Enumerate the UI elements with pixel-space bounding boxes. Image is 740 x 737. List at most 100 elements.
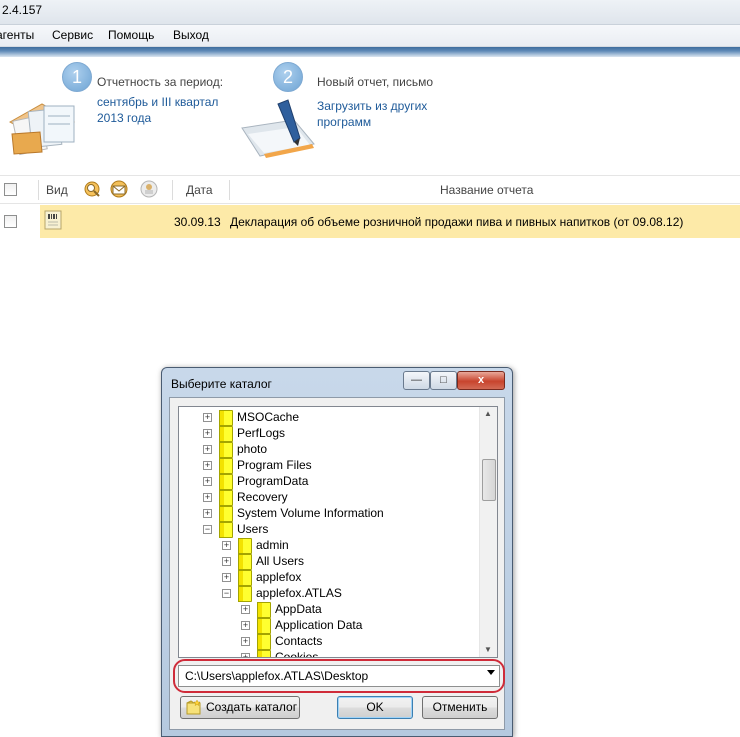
expand-icon[interactable]: + [203, 445, 212, 454]
tree-item-label: applefox.ATLAS [256, 586, 342, 600]
period-link[interactable]: сентябрь и III квартал 2013 года [97, 94, 218, 126]
create-folder-button[interactable]: Создать каталог [180, 696, 300, 719]
row-checkbox[interactable] [4, 215, 17, 228]
stamp-icon[interactable] [138, 179, 160, 199]
scrollbar-thumb[interactable] [482, 459, 496, 501]
column-header-view[interactable]: Вид [46, 183, 68, 197]
close-button[interactable]: x [457, 371, 505, 390]
folder-icon [219, 474, 233, 490]
tree-item-label: Program Files [237, 458, 312, 472]
folder-icon [219, 458, 233, 474]
header-divider [0, 47, 740, 57]
dropdown-arrow-icon[interactable] [487, 670, 495, 675]
column-separator [172, 180, 173, 200]
maximize-button[interactable]: □ [430, 371, 457, 390]
expand-icon[interactable]: + [241, 653, 250, 657]
mail-icon[interactable] [108, 179, 130, 199]
column-header-report-name[interactable]: Название отчета [440, 183, 533, 197]
new-folder-icon [186, 700, 201, 715]
folder-icon [257, 618, 271, 634]
import-link-line-2[interactable]: программ [317, 114, 427, 130]
ok-button[interactable]: OK [337, 696, 413, 719]
folder-icon [219, 522, 233, 538]
select-all-checkbox[interactable] [4, 183, 17, 196]
expand-icon[interactable]: + [203, 413, 212, 422]
window-title: 2.4.157 [2, 3, 43, 17]
expand-icon[interactable]: + [222, 541, 231, 550]
folder-icon [238, 570, 252, 586]
magnifier-icon[interactable] [82, 179, 102, 199]
scroll-down-arrow-icon[interactable]: ▼ [484, 645, 492, 654]
tree-item-label: Users [237, 522, 269, 536]
tree-item-label: admin [256, 538, 289, 552]
folder-icon [219, 410, 233, 426]
tree-item-label: Contacts [275, 634, 323, 648]
import-link[interactable]: Загрузить из других программ [317, 98, 427, 130]
folder-tree[interactable]: + MSOCache + PerfLogs + photo + Program Files + P… [178, 406, 498, 658]
path-value: C:\Users\applefox.ATLAS\Desktop [185, 669, 369, 683]
period-link-line-1[interactable]: сентябрь и III квартал [97, 94, 218, 110]
document-icon [44, 210, 62, 230]
menu-bar: агенты Сервис Помощь Выход [0, 25, 740, 47]
step-2-label: Новый отчет, письмо [317, 75, 434, 89]
expand-icon[interactable]: + [203, 493, 212, 502]
calendar-folders-icon[interactable] [2, 92, 92, 158]
tree-item-label: photo [237, 442, 268, 456]
dialog-title: Выберите каталог [171, 377, 272, 391]
column-header-date[interactable]: Дата [186, 183, 213, 197]
step-1-label: Отчетность за период: [97, 75, 224, 89]
pen-paper-icon[interactable] [238, 98, 318, 160]
path-combobox[interactable]: C:\Users\applefox.ATLAS\Desktop [178, 665, 500, 687]
folder-icon [257, 650, 271, 657]
tree-item-label: applefox [256, 570, 302, 584]
folder-icon [238, 586, 252, 602]
menu-item-service[interactable]: Сервис [52, 28, 93, 42]
minimize-button[interactable]: — [403, 371, 430, 390]
dialog-client-area: + MSOCache + PerfLogs + photo + Program Files + P… [169, 397, 505, 730]
row-report-name: Декларация об объеме розничной продажи п… [230, 215, 684, 229]
folder-icon [257, 634, 271, 650]
period-link-line-2[interactable]: 2013 года [97, 110, 218, 126]
tree-item-label: MSOCache [237, 410, 300, 424]
expand-icon[interactable]: + [222, 573, 231, 582]
expand-icon[interactable]: + [241, 605, 250, 614]
tree-scrollbar[interactable]: ▲ ▼ [479, 407, 497, 657]
column-separator [229, 180, 230, 200]
folder-icon [219, 442, 233, 458]
expand-icon[interactable]: + [222, 557, 231, 566]
window-title-bar: 2.4.157 [0, 0, 740, 25]
folder-icon [238, 554, 252, 570]
expand-icon[interactable]: + [203, 477, 212, 486]
step-2-badge: 2 [273, 62, 303, 92]
column-separator [38, 180, 39, 200]
select-folder-dialog: Выберите каталог — □ x + MSOCache + PerfLog… [161, 367, 513, 737]
step-1-badge: 1 [62, 62, 92, 92]
collapse-icon[interactable]: − [203, 525, 212, 534]
folder-icon [219, 426, 233, 442]
tree-item-label: AppData [275, 602, 322, 616]
tree-item-label: Cookies [275, 650, 319, 658]
import-link-line-1[interactable]: Загрузить из других [317, 98, 427, 114]
menu-item-help[interactable]: Помощь [108, 28, 154, 42]
expand-icon[interactable]: + [203, 461, 212, 470]
tree-item-label: PerfLogs [237, 426, 286, 440]
folder-icon [219, 506, 233, 522]
tree-item-label: System Volume Information [237, 506, 384, 520]
create-folder-label: Создать каталог [206, 700, 298, 714]
table-row[interactable]: 30.09.13 Декларация об объеме розничной … [40, 205, 740, 238]
tree-item-label: Recovery [237, 490, 288, 504]
expand-icon[interactable]: + [203, 429, 212, 438]
menu-item-exit[interactable]: Выход [173, 28, 209, 42]
expand-icon[interactable]: + [203, 509, 212, 518]
menu-item-agents[interactable]: агенты [0, 28, 34, 42]
folder-icon [257, 602, 271, 618]
tree-item-label: All Users [256, 554, 305, 568]
expand-icon[interactable]: + [241, 621, 250, 630]
scroll-up-arrow-icon[interactable]: ▲ [484, 409, 492, 418]
collapse-icon[interactable]: − [222, 589, 231, 598]
folder-icon [219, 490, 233, 506]
tree-item-label: ProgramData [237, 474, 309, 488]
expand-icon[interactable]: + [241, 637, 250, 646]
row-date: 30.09.13 [174, 215, 221, 229]
cancel-button[interactable]: Отменить [422, 696, 498, 719]
